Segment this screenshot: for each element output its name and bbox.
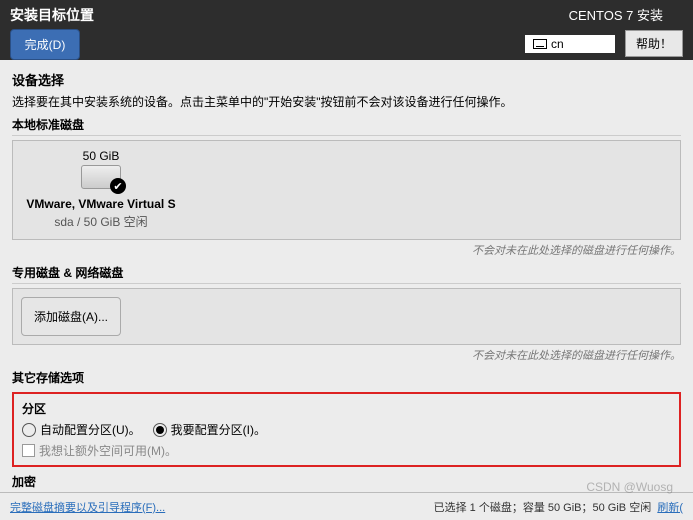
header-controls: cn 帮助！	[525, 30, 683, 57]
other-opts-head: 其它存储选项	[12, 369, 681, 388]
local-disk-head: 本地标准磁盘	[12, 116, 681, 136]
content-area: 设备选择 选择要在其中安装系统的设备。点击主菜单中的"开始安装"按钮前不会对该设…	[0, 60, 693, 492]
header-right: CENTOS 7 安装 cn 帮助！	[525, 5, 683, 55]
add-disk-label: 添加磁盘(A)...	[34, 308, 108, 325]
device-select-desc: 选择要在其中安装系统的设备。点击主菜单中的"开始安装"按钮前不会对该设备进行任何…	[12, 93, 681, 110]
special-disk-hint: 不会对未在此处选择的磁盘进行任何操作。	[12, 347, 681, 363]
header-bar: 安装目标位置 完成(D) CENTOS 7 安装 cn 帮助！	[0, 0, 693, 60]
radio-icon-selected	[153, 423, 167, 437]
local-disk-panel: 50 GiB ✔ VMware, VMware Virtual S sda / …	[12, 140, 681, 240]
device-select-head: 设备选择	[12, 70, 681, 89]
done-button[interactable]: 完成(D)	[10, 29, 80, 60]
radio-auto-label: 自动配置分区(U)。	[40, 421, 141, 438]
installer-title: CENTOS 7 安装	[569, 5, 663, 24]
keyboard-layout-selector[interactable]: cn	[525, 35, 615, 53]
check-icon: ✔	[110, 178, 126, 194]
partition-options-box: 分区 自动配置分区(U)。 我要配置分区(I)。 我想让额外空间可用(M)。	[12, 392, 681, 467]
disk-summary-link[interactable]: 完整磁盘摘要以及引导程序(F)...	[10, 499, 165, 515]
page-title: 安装目标位置	[10, 5, 94, 25]
disk-item[interactable]: 50 GiB ✔ VMware, VMware Virtual S sda / …	[21, 149, 181, 230]
disk-size: 50 GiB	[83, 149, 120, 163]
status-text: 已选择 1 个磁盘；容量 50 GiB；50 GiB 空闲	[434, 502, 652, 514]
local-disk-hint: 不会对未在此处选择的磁盘进行任何操作。	[12, 242, 681, 258]
radio-icon	[22, 423, 36, 437]
header-left: 安装目标位置 完成(D)	[10, 5, 94, 55]
checkbox-extra-label: 我想让额外空间可用(M)。	[39, 442, 177, 459]
hard-drive-icon: ✔	[81, 165, 121, 189]
bottom-bar: 完整磁盘摘要以及引导程序(F)... 已选择 1 个磁盘；容量 50 GiB；5…	[0, 492, 693, 520]
special-disk-head: 专用磁盘 & 网络磁盘	[12, 264, 681, 284]
partition-head: 分区	[22, 400, 671, 417]
keyboard-icon	[533, 39, 547, 49]
special-disk-panel: 添加磁盘(A)...	[12, 288, 681, 345]
status-right: 已选择 1 个磁盘；容量 50 GiB；50 GiB 空闲 刷新(	[434, 499, 683, 515]
disk-sub: sda / 50 GiB 空闲	[54, 213, 147, 230]
encrypt-head: 加密	[12, 473, 681, 490]
lang-code: cn	[551, 37, 564, 51]
partition-radio-row: 自动配置分区(U)。 我要配置分区(I)。	[22, 421, 671, 438]
help-button[interactable]: 帮助！	[625, 30, 683, 57]
radio-auto-partition[interactable]: 自动配置分区(U)。	[22, 421, 141, 438]
radio-manual-partition[interactable]: 我要配置分区(I)。	[153, 421, 266, 438]
disk-name: VMware, VMware Virtual S	[26, 197, 175, 211]
refresh-link[interactable]: 刷新(	[657, 502, 683, 514]
add-disk-button[interactable]: 添加磁盘(A)...	[21, 297, 121, 336]
radio-manual-label: 我要配置分区(I)。	[171, 421, 266, 438]
checkbox-icon	[22, 444, 35, 457]
checkbox-extra-space[interactable]: 我想让额外空间可用(M)。	[22, 442, 671, 459]
